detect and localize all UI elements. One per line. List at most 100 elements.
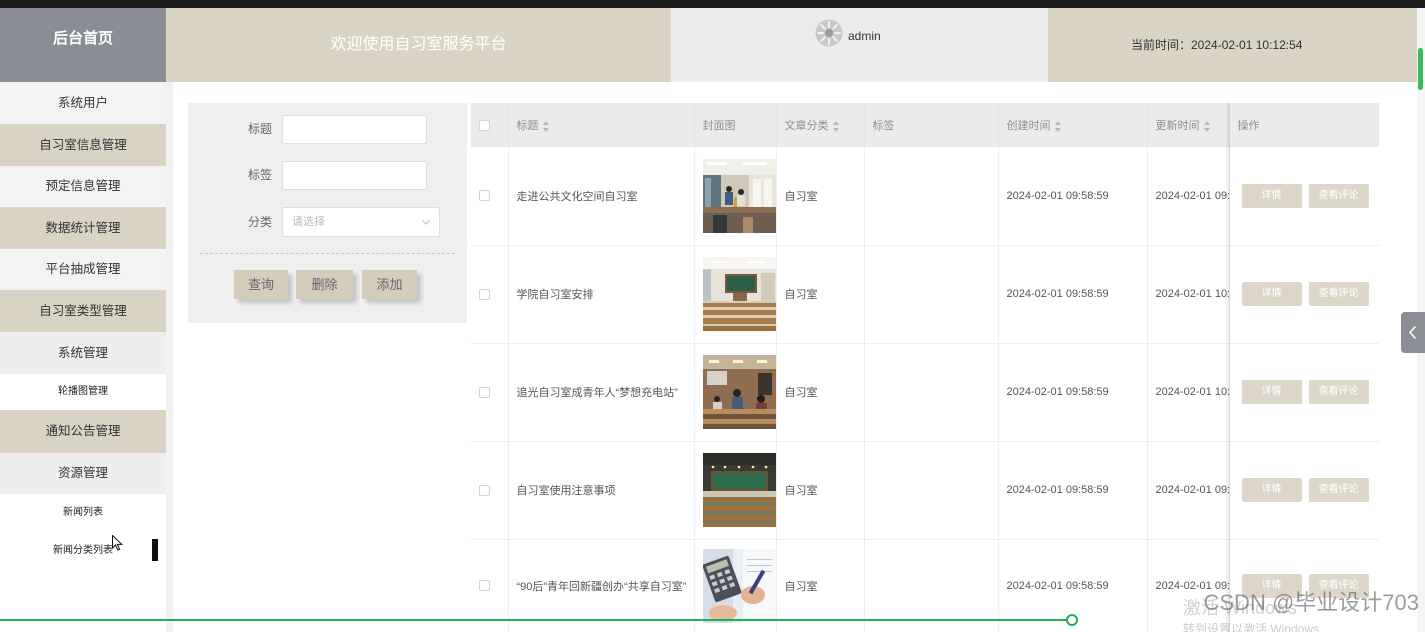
video-progress-handle[interactable] [1066,614,1078,626]
sort-icon[interactable] [1054,120,1062,132]
page-scrollbar-thumb[interactable] [1418,48,1423,90]
table-row: 追光自习室成青年人“梦想充电站” 自习室 2024-02-01 09:58:59… [471,343,1379,442]
cover-image[interactable] [702,548,776,623]
row-tag [864,441,999,540]
article-table: 标题 封面图 文章分类 标签 创建时间 更新时间 操作 走进公共文化空间自习室 [471,103,1379,632]
tag-filter-label: 标签 [247,168,272,182]
sidebar-item-statistics[interactable]: 数据统计管理 [0,207,166,249]
detail-button[interactable]: 详情 [1241,183,1302,208]
csdn-watermark: CSDN @毕业设计703 [1203,590,1420,615]
sort-icon[interactable] [1203,120,1211,132]
column-header-label: 操作 [1237,120,1260,132]
cover-cell [694,343,777,442]
column-header-label: 标签 [872,120,895,132]
category-select[interactable]: 请选择 [282,207,440,237]
column-header-updated[interactable]: 更新时间 [1147,103,1230,147]
column-header-category[interactable]: 文章分类 [776,103,865,147]
welcome-title: 欢迎使用自习室服务平台 [166,8,671,82]
cover-image[interactable] [702,158,776,233]
row-tag [864,245,999,344]
current-time: 当前时间：2024-02-01 10:12:54 [1048,8,1417,82]
sort-icon[interactable] [832,120,840,132]
tag-filter-input[interactable] [282,161,427,190]
row-updated: 2024-02-01 10:0 [1147,343,1230,442]
row-updated: 2024-02-01 10:0 [1147,245,1230,344]
column-header-created[interactable]: 创建时间 [998,103,1148,147]
row-title: 学院自习室安排 [508,245,695,344]
table-row: 自习室使用注意事项 自习室 2024-02-01 09:58:59 2024-0… [471,441,1379,540]
row-title: 走进公共文化空间自习室 [508,147,695,246]
sidebar-divider [166,82,173,632]
collapse-tab[interactable] [1401,312,1425,353]
column-header-cover: 封面图 [694,103,777,147]
form-divider [200,253,455,254]
row-checkbox[interactable] [479,580,490,592]
delete-button[interactable]: 删除 [296,270,353,299]
table-row: 学院自习室安排 自习室 2024-02-01 09:58:59 2024-02-… [471,245,1379,344]
row-checkbox[interactable] [479,288,490,300]
column-header-title[interactable]: 标题 [508,103,695,147]
table-row: 走进公共文化空间自习室 自习室 2024-02-01 09:58:59 2024… [471,147,1379,246]
sidebar-item-reservations[interactable]: 预定信息管理 [0,166,166,207]
sidebar-subitem-carousel[interactable]: 轮播图管理 [0,374,166,410]
sidebar-item-notices[interactable]: 通知公告管理 [0,410,166,453]
sidebar-subitem-news-category-list[interactable]: 新闻分类列表 [0,532,166,570]
sidebar-item-system-management[interactable]: 系统管理 [0,332,166,374]
window-top-strip [0,0,1425,8]
row-actions: 详情 查看评论 [1229,245,1379,344]
cover-cell [694,245,777,344]
cover-cell [694,441,777,540]
detail-button[interactable]: 详情 [1241,478,1302,502]
cover-image[interactable] [702,257,776,331]
brand-home[interactable]: 后台首页 [0,8,166,82]
row-created: 2024-02-01 09:58:59 [998,245,1148,344]
row-tag [864,343,999,442]
detail-button[interactable]: 详情 [1241,380,1302,404]
windows-activation-hint: 转到设置以激活 Windows [1183,622,1320,632]
select-all-checkbox[interactable] [479,119,490,131]
category-select-placeholder: 请选择 [292,216,325,228]
chevron-down-icon [422,220,430,225]
column-header-label: 文章分类 [784,120,829,132]
avatar[interactable] [815,19,843,47]
row-checkbox[interactable] [479,190,490,202]
user-panel: admin [671,8,1048,82]
username[interactable]: admin [848,28,881,44]
view-comments-button[interactable]: 查看评论 [1308,282,1369,306]
row-category: 自习室 [776,147,865,246]
cover-image[interactable] [702,453,776,527]
view-comments-button[interactable]: 查看评论 [1308,183,1369,208]
row-updated: 2024-02-01 09:5 [1147,539,1230,632]
row-created: 2024-02-01 09:58:59 [998,441,1148,540]
sidebar-item-room-types[interactable]: 自习室类型管理 [0,290,166,332]
row-category: 自习室 [776,343,865,442]
row-actions: 详情 查看评论 [1229,539,1379,632]
column-header-label: 标题 [516,120,539,132]
mouse-cursor-icon [112,534,124,551]
select-all-header [471,103,509,147]
sidebar-item-system-users[interactable]: 系统用户 [0,82,166,124]
title-filter-input[interactable] [282,115,427,144]
view-comments-button[interactable]: 查看评论 [1308,478,1369,502]
column-header-label: 创建时间 [1006,120,1051,132]
sidebar-item-platform-commission[interactable]: 平台抽成管理 [0,249,166,290]
sidebar-item-resources[interactable]: 资源管理 [0,453,166,494]
query-button[interactable]: 查询 [234,270,288,299]
row-checkbox[interactable] [479,484,490,496]
row-category: 自习室 [776,245,865,344]
video-progress-played[interactable] [0,619,1072,621]
row-checkbox[interactable] [479,386,490,398]
category-filter-label: 分类 [247,215,272,229]
detail-button[interactable]: 详情 [1241,282,1302,306]
sort-icon[interactable] [542,120,550,132]
sidebar-subitem-news-list[interactable]: 新闻列表 [0,494,166,532]
row-created: 2024-02-01 09:58:59 [998,147,1148,246]
loading-spinner-avatar-icon [815,19,843,47]
view-comments-button[interactable]: 查看评论 [1308,380,1369,404]
sidebar-item-study-room-info[interactable]: 自习室信息管理 [0,124,166,166]
row-title: 追光自习室成青年人“梦想充电站” [508,343,695,442]
column-header-actions: 操作 [1229,103,1379,147]
add-button[interactable]: 添加 [362,270,417,299]
row-created: 2024-02-01 09:58:59 [998,343,1148,442]
cover-image[interactable] [702,355,776,429]
